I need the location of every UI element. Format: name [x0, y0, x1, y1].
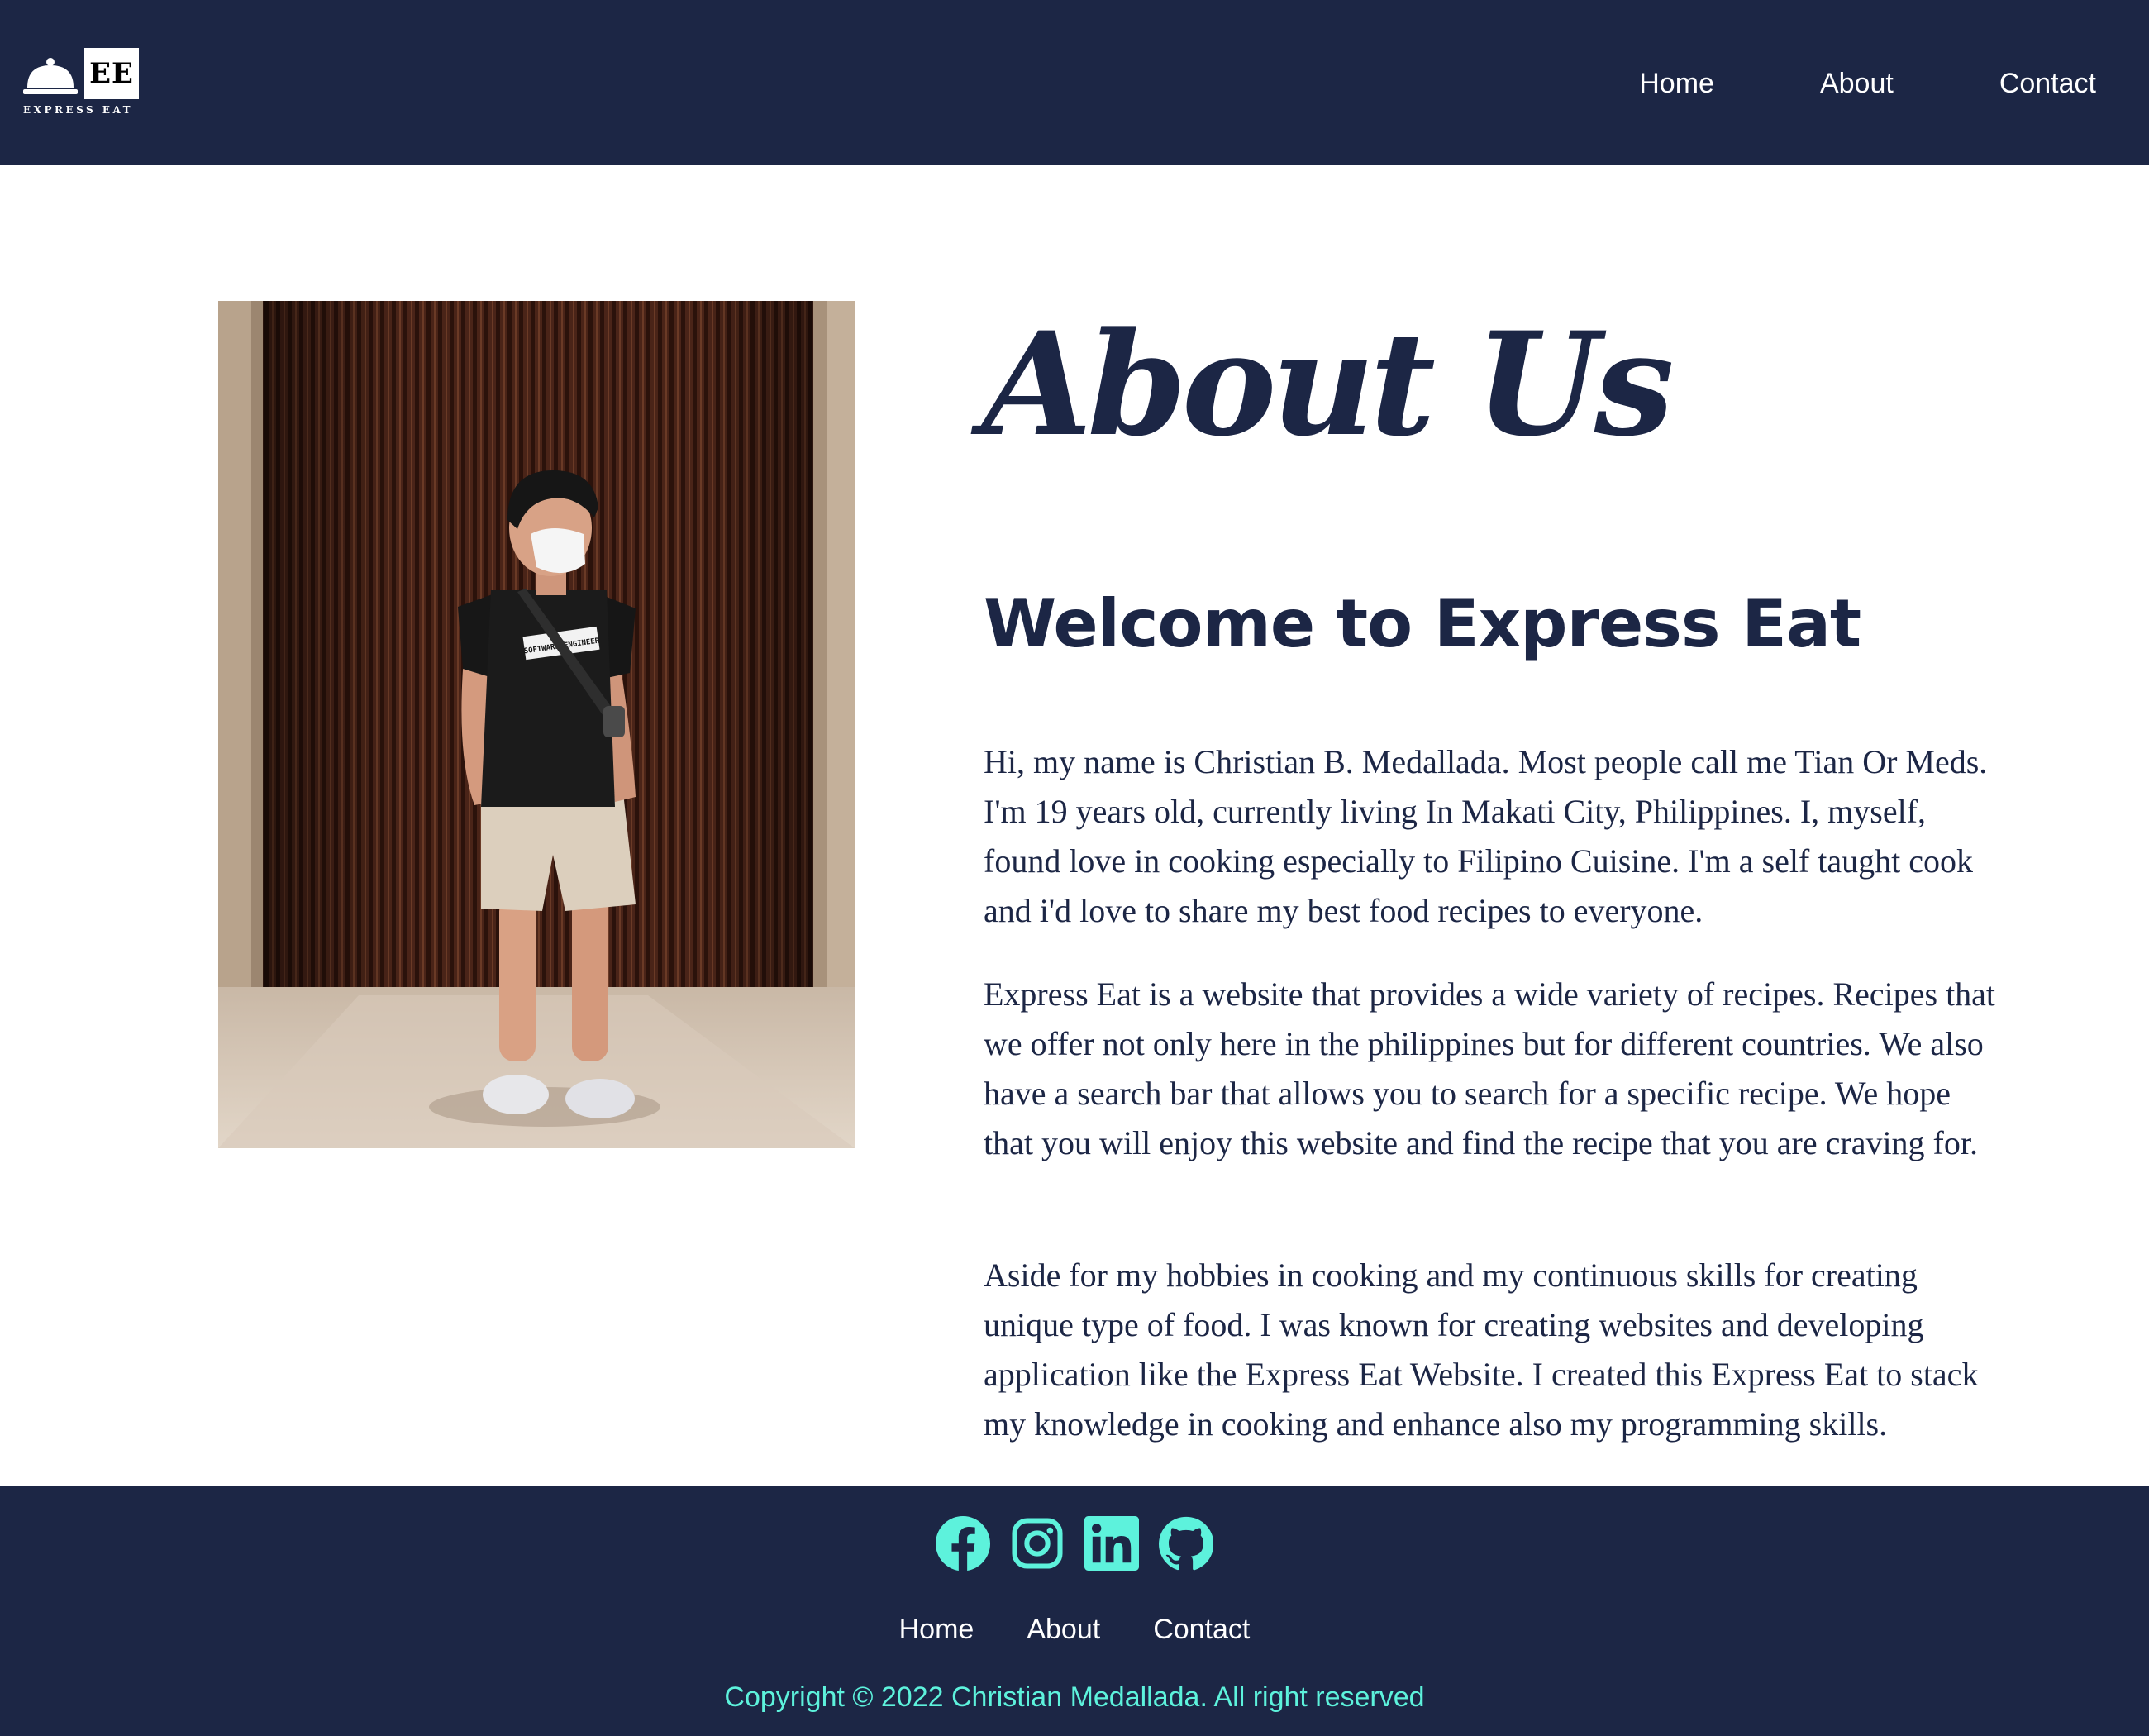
- nav-contact-link[interactable]: Contact: [1999, 61, 2096, 106]
- main-nav: Home About Contact: [1639, 61, 2096, 106]
- instagram-link[interactable]: [1010, 1516, 1065, 1571]
- express-eat-logo[interactable]: EE EXPRESS EAT: [23, 48, 147, 119]
- logo-wordmark: EXPRESS EAT: [23, 104, 134, 116]
- bio-paragraph-website: Express Eat is a website that provides a…: [984, 975, 1996, 1161]
- github-link[interactable]: [1159, 1516, 1213, 1571]
- linkedin-link[interactable]: [1084, 1516, 1139, 1571]
- footer-contact-link[interactable]: Contact: [1153, 1609, 1250, 1650]
- welcome-heading: Welcome to Express Eat: [984, 585, 1861, 662]
- nav-home-link[interactable]: Home: [1639, 61, 1714, 106]
- nav-about-link[interactable]: About: [1820, 61, 1894, 106]
- navbar: EE EXPRESS EAT Home About Contact: [0, 0, 2149, 165]
- bio-paragraph-hobbies: Aside for my hobbies in cooking and my c…: [984, 1257, 1979, 1443]
- copyright-text: Copyright © 2022 Christian Medallada. Al…: [724, 1681, 1425, 1713]
- linkedin-icon: [1084, 1516, 1139, 1571]
- footer-about-link[interactable]: About: [1027, 1609, 1100, 1650]
- footer: Home About Contact Copyright © 2022 Chri…: [0, 1486, 2149, 1736]
- social-links: [0, 1516, 2149, 1576]
- bio-paragraph-intro: Hi, my name is Christian B. Medallada. M…: [984, 743, 1988, 929]
- about-us-title: About Us: [982, 300, 1675, 468]
- footer-home-link[interactable]: Home: [899, 1609, 974, 1650]
- instagram-icon: [1012, 1518, 1063, 1569]
- logo-monogram: EE: [84, 48, 139, 99]
- github-icon: [1159, 1516, 1213, 1571]
- cloche-icon: [23, 58, 78, 94]
- footer-nav: Home About Contact: [0, 1609, 2149, 1650]
- profile-photo: SOFTWARE ENGINEER: [218, 301, 855, 1148]
- facebook-link[interactable]: [936, 1516, 990, 1571]
- facebook-icon: [936, 1516, 990, 1571]
